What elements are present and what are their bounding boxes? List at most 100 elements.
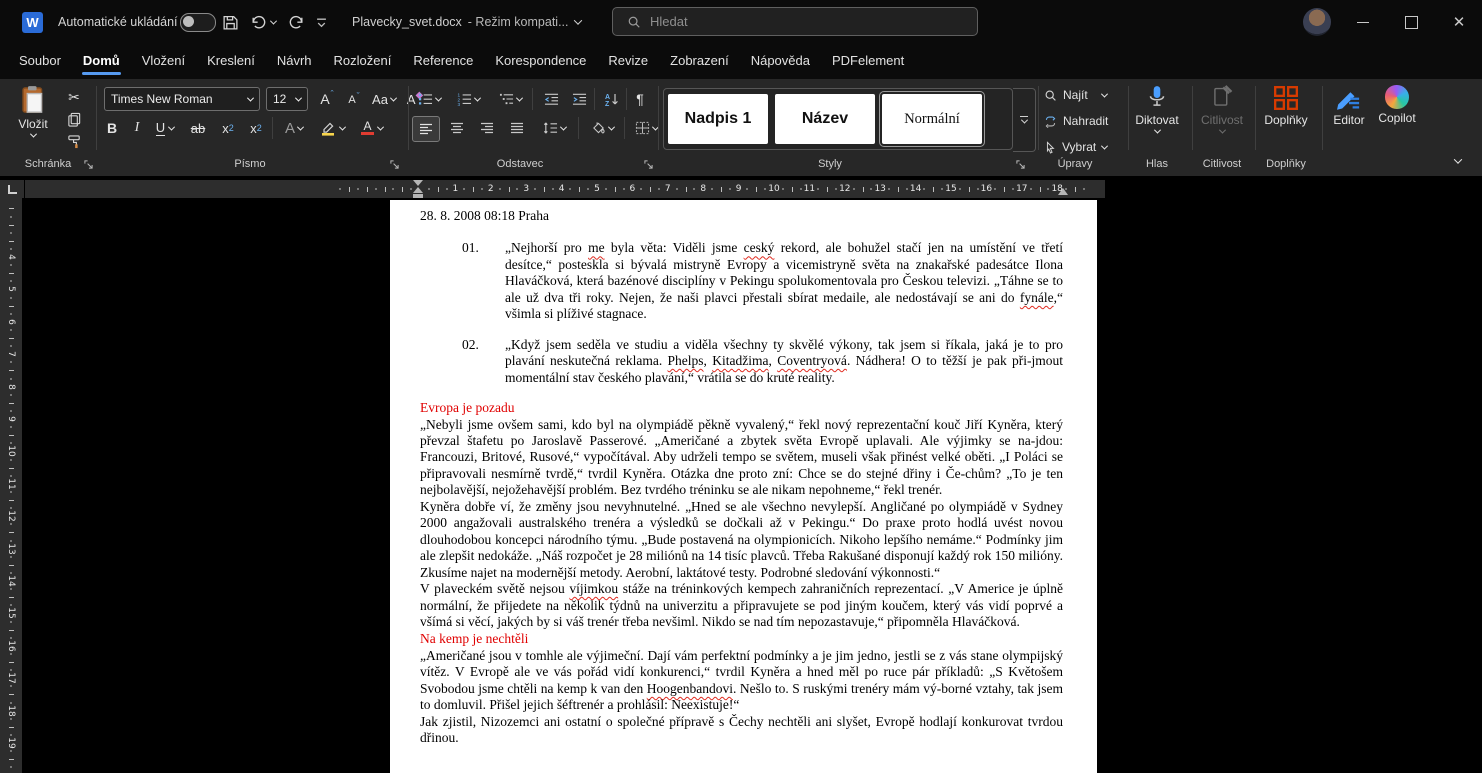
ruler-tick [384, 186, 386, 192]
bullets-button[interactable] [414, 88, 444, 110]
align-right-button[interactable] [474, 117, 500, 139]
doc-block-body: Kyněra dobře ví, že změny jsou nevyhnute… [420, 499, 1063, 581]
undo-dropdown-icon[interactable] [269, 17, 278, 25]
ruler-dot [10, 361, 12, 364]
left-indent-marker[interactable] [413, 193, 423, 198]
align-left-button[interactable] [412, 116, 440, 142]
font-size-combo[interactable]: 12 [266, 87, 308, 111]
tab-zobrazeni[interactable]: Zobrazení [659, 44, 740, 77]
select-label: Vybrat [1062, 140, 1097, 154]
paragraph-dialog-launcher-icon[interactable] [644, 160, 654, 170]
text-run: , [703, 353, 713, 369]
tab-rozlozeni[interactable]: Rozložení [323, 44, 403, 77]
document-page[interactable]: 28. 8. 2008 08:18 Praha 01. „Nejhorší pro … [390, 200, 1097, 773]
close-button[interactable]: ✕ [1436, 0, 1482, 44]
tab-napoveda[interactable]: Nápověda [740, 44, 821, 77]
ruler-tick [508, 186, 510, 192]
line-spacing-button[interactable] [536, 117, 572, 139]
undo-icon[interactable] [250, 0, 278, 44]
replace-button[interactable]: Nahradit [1044, 111, 1124, 131]
style-nadpis-1[interactable]: Nadpis 1 [668, 94, 768, 144]
increase-indent-button[interactable] [566, 88, 592, 110]
first-line-indent-marker[interactable] [413, 180, 423, 186]
avatar[interactable] [1303, 8, 1331, 36]
show-formatting-marks-button[interactable]: ¶ [628, 88, 652, 110]
addins-button[interactable]: Doplňky [1258, 85, 1314, 127]
editor-button[interactable]: Editor [1326, 85, 1372, 127]
tab-kresleni[interactable]: Kreslení [196, 44, 266, 77]
tab-stop-selector[interactable] [0, 180, 24, 198]
svg-text:A: A [605, 94, 610, 101]
quick-access-overflow-icon[interactable] [316, 0, 327, 44]
maximize-button[interactable] [1388, 0, 1434, 44]
sort-button[interactable]: AZ [598, 88, 626, 110]
tab-reference[interactable]: Reference [402, 44, 484, 77]
cut-button[interactable]: ✂ [62, 87, 86, 107]
word-logo-icon[interactable]: W [22, 0, 43, 44]
hanging-indent-marker[interactable] [413, 187, 423, 193]
styles-dialog-launcher-icon[interactable] [1016, 160, 1026, 170]
save-icon[interactable] [222, 0, 239, 44]
font-dialog-launcher-icon[interactable] [390, 160, 400, 170]
clipboard-dialog-launcher-icon[interactable] [84, 160, 94, 170]
ruler-dot [10, 377, 12, 380]
collapse-ribbon-icon[interactable] [1448, 153, 1468, 169]
shrink-font-button[interactable]: Aˇ [342, 90, 366, 110]
document-content[interactable]: 28. 8. 2008 08:18 Praha 01. „Nejhorší pro … [420, 208, 1063, 747]
ruler-tick [8, 402, 14, 404]
copy-button[interactable] [62, 109, 86, 129]
italic-button[interactable]: I [128, 117, 146, 139]
tab-domu[interactable]: Domů [72, 44, 131, 77]
paste-button[interactable]: Vložit [10, 85, 56, 138]
bold-button[interactable]: B [102, 117, 122, 139]
ruler-tick [1004, 186, 1006, 192]
minimize-button[interactable] [1340, 0, 1386, 44]
tab-vlozeni[interactable]: Vložení [131, 44, 196, 77]
ruler-number: 9 [6, 416, 16, 422]
tab-revize[interactable]: Revize [597, 44, 659, 77]
underline-button[interactable]: U [150, 117, 180, 139]
numbering-button[interactable]: 123 [452, 88, 484, 110]
redo-icon[interactable] [288, 0, 305, 44]
find-button[interactable]: Najít [1044, 85, 1124, 105]
search-input[interactable]: Hledat [612, 7, 978, 36]
tab-pdfelement[interactable]: PDFelement [821, 44, 915, 77]
svg-text:3: 3 [457, 102, 460, 106]
select-button[interactable]: Vybrat [1044, 137, 1124, 157]
tab-korespondence[interactable]: Korespondence [484, 44, 597, 77]
subscript-button[interactable]: x2 [216, 117, 240, 139]
document-title[interactable]: Plavecky_svet.docx - Režim kompati... [352, 0, 582, 44]
grow-font-button[interactable]: Aˆ [314, 88, 340, 110]
font-color-button[interactable]: A [354, 117, 390, 139]
change-case-button[interactable]: Aa [368, 88, 400, 110]
decrease-indent-button[interactable] [538, 88, 564, 110]
style-nazev[interactable]: Název [775, 94, 875, 144]
ruler-tick [8, 759, 14, 761]
ribbon-tabs: Soubor Domů Vložení Kreslení Návrh Rozložení R… [8, 44, 915, 79]
strikethrough-button[interactable]: ab [186, 117, 210, 139]
ruler-dot [10, 393, 12, 396]
horizontal-ruler[interactable]: 1 2 3 4 5 6 7 8 9 10 11 12 13 14 15 16 17 18 [25, 180, 1105, 198]
styles-gallery-more-button[interactable] [1013, 88, 1036, 152]
tab-soubor[interactable]: Soubor [8, 44, 72, 77]
copilot-button[interactable]: Copilot [1372, 85, 1422, 125]
ruler-dot [480, 188, 483, 190]
dictate-button[interactable]: Diktovat [1130, 85, 1184, 134]
font-name-combo[interactable]: Times New Roman [104, 87, 260, 111]
ruler-dot [852, 188, 855, 190]
format-painter-button[interactable] [62, 131, 86, 151]
autosave-toggle[interactable] [180, 0, 216, 44]
title-dropdown-icon[interactable] [573, 16, 582, 25]
text-effects-button[interactable]: A [278, 117, 310, 139]
multilevel-list-button[interactable] [494, 88, 526, 110]
highlight-color-button[interactable] [314, 117, 350, 139]
vertical-ruler[interactable]: 4 5 6 7 8 9 10 11 12 13 14 15 16 17 18 19 [0, 198, 22, 773]
ruler-tick [1039, 186, 1041, 192]
align-center-button[interactable] [444, 117, 470, 139]
tab-navrh[interactable]: Návrh [266, 44, 323, 77]
justify-button[interactable] [504, 117, 530, 139]
ruler-dot [10, 409, 12, 412]
superscript-button[interactable]: x2 [244, 117, 268, 139]
style-normalni[interactable]: Normální [879, 91, 985, 147]
shading-button[interactable] [584, 117, 620, 139]
